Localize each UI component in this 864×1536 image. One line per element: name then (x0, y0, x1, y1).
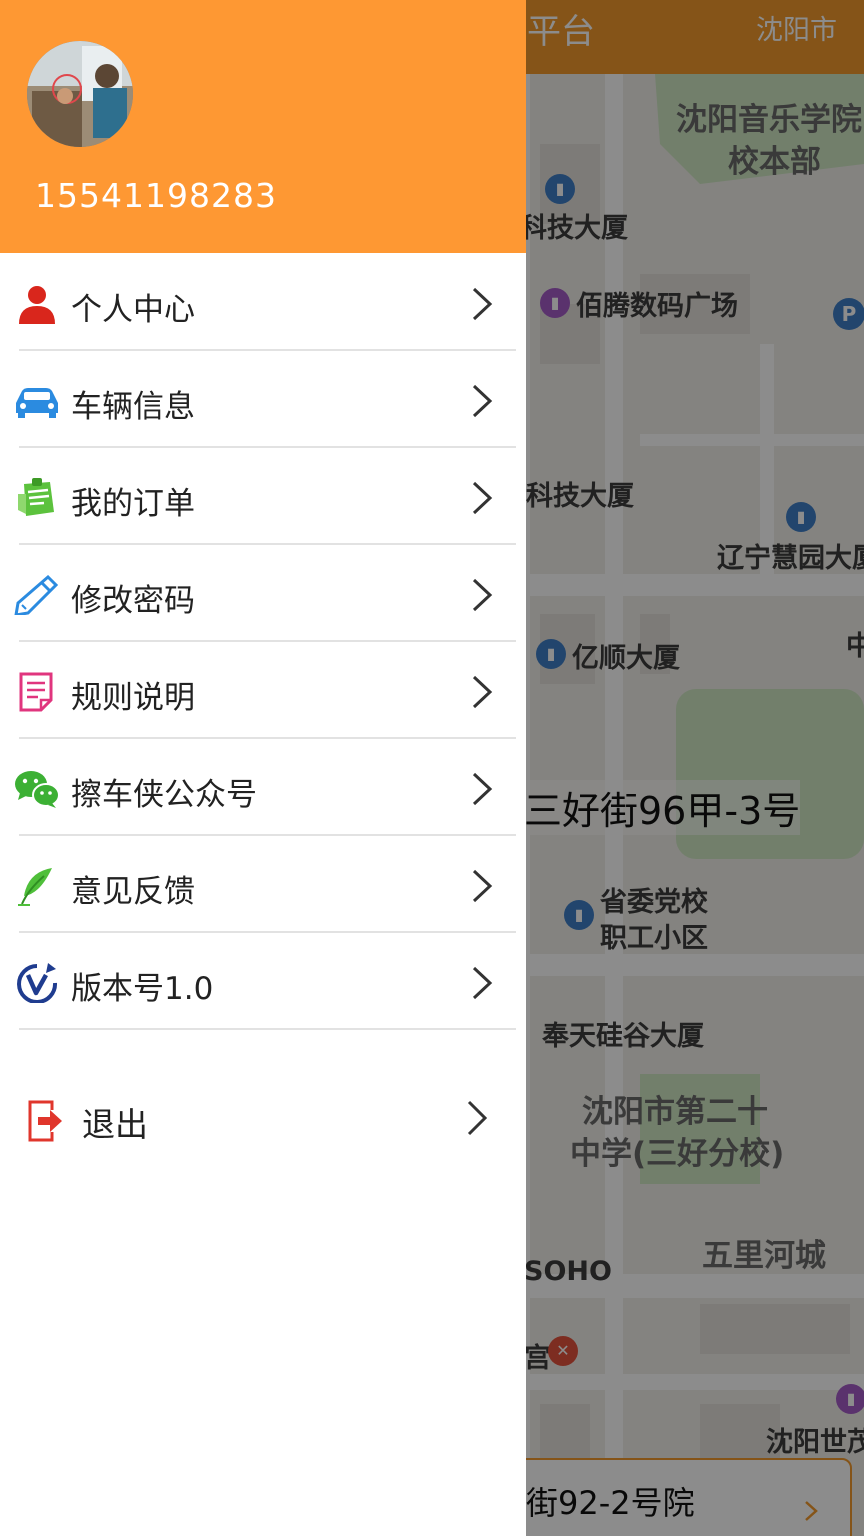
menu-item-label: 意见反馈 (71, 874, 195, 910)
chevron-right-icon (472, 772, 493, 806)
menu-item-label: 个人中心 (71, 292, 195, 328)
chevron-right-icon (472, 675, 493, 709)
chevron-right-icon (472, 966, 493, 1000)
divider (19, 1028, 516, 1030)
chevron-right-icon (472, 481, 493, 515)
feather-icon (18, 868, 52, 906)
person-icon (19, 286, 55, 324)
chevron-right-icon (472, 384, 493, 418)
wechat-icon (15, 771, 60, 808)
user-phone: 15541198283 (35, 176, 277, 215)
menu-item-label: 规则说明 (71, 680, 195, 716)
chevron-right-icon (472, 869, 493, 903)
drawer-header: 15541198283 (0, 0, 526, 253)
menu-item-label: 我的订单 (71, 486, 195, 522)
pencil-icon (14, 575, 59, 615)
chevron-right-icon (467, 1100, 488, 1136)
menu-item-vehicle[interactable]: 车辆信息 (0, 351, 526, 448)
chevron-right-icon (472, 578, 493, 612)
chevron-right-icon (472, 287, 493, 321)
menu-item-label: 修改密码 (71, 583, 195, 619)
menu-item-version[interactable]: 版本号1.0 (0, 933, 526, 1030)
logout-icon (28, 1100, 62, 1142)
logout-button[interactable]: 退出 (0, 1072, 526, 1168)
menu-item-feedback[interactable]: 意见反馈 (0, 836, 526, 933)
navigation-drawer: 15541198283 个人中心 车辆信息 我的订单 修改密码 规则说明 擦车侠… (0, 0, 526, 1536)
logout-label: 退出 (82, 1105, 148, 1144)
menu-item-label: 擦车侠公众号 (71, 777, 257, 813)
menu-item-orders[interactable]: 我的订单 (0, 448, 526, 545)
menu-item-rules[interactable]: 规则说明 (0, 642, 526, 739)
document-icon (19, 672, 53, 712)
menu-item-label: 车辆信息 (71, 389, 195, 425)
car-icon (16, 388, 58, 418)
avatar[interactable] (27, 41, 133, 147)
menu-item-change-password[interactable]: 修改密码 (0, 545, 526, 642)
version-icon (17, 963, 58, 1003)
order-icon (18, 478, 54, 516)
avatar-photo-icon (27, 41, 133, 147)
menu-item-wechat-account[interactable]: 擦车侠公众号 (0, 739, 526, 836)
menu-item-label: 版本号1.0 (71, 971, 214, 1007)
menu-item-profile[interactable]: 个人中心 (0, 254, 526, 351)
